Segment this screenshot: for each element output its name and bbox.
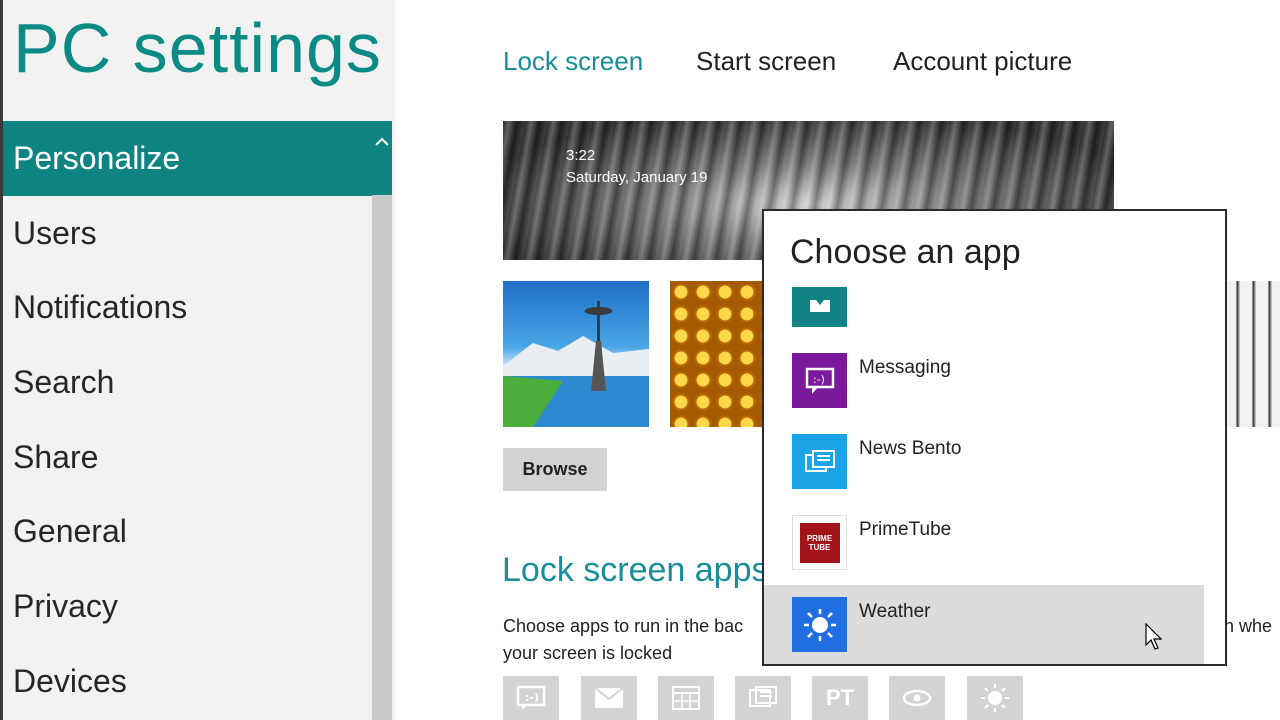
lock-app-slot-weather[interactable] (967, 676, 1023, 720)
left-pane: PC settings Personalize Users Notificati… (0, 0, 395, 720)
background-thumbnail-space-needle[interactable] (503, 281, 649, 427)
mouse-cursor-icon (1145, 623, 1163, 650)
svg-text::-): :-) (525, 691, 539, 704)
app-name-primetube: PrimeTube (859, 519, 952, 540)
choose-app-flyout: Choose an app :-) Messaging News Bento P… (762, 209, 1227, 666)
scroll-up-button[interactable] (372, 121, 392, 195)
nav-item-users[interactable]: Users (3, 196, 375, 271)
weather-icon (792, 597, 847, 652)
lock-app-slot-messaging[interactable]: :-) (503, 676, 559, 720)
news-icon (749, 686, 777, 707)
weather-icon (981, 684, 1009, 712)
background-thumbnail-piano[interactable] (1224, 281, 1280, 427)
nav-item-search[interactable]: Search (3, 345, 375, 420)
calendar-icon (672, 686, 700, 710)
nav-item-privacy[interactable]: Privacy (3, 569, 375, 644)
preview-date: Saturday, January 19 (566, 169, 708, 186)
app-name-messaging: Messaging (859, 357, 951, 378)
partial-app-icon (792, 287, 847, 327)
nav-item-general[interactable]: General (3, 494, 375, 569)
app-name-weather: Weather (859, 601, 931, 622)
lock-screen-apps-heading: Lock screen apps (502, 551, 769, 589)
app-option-news-bento[interactable]: News Bento (764, 422, 1204, 502)
svg-text::-): :-) (813, 373, 825, 386)
lock-app-slot-mail[interactable] (581, 676, 637, 720)
nav-item-notifications[interactable]: Notifications (3, 270, 375, 345)
lock-screen-apps-description: Choose apps to run in the bac (503, 616, 744, 636)
preview-time: 3:22 (566, 147, 596, 164)
browse-button[interactable]: Browse (503, 448, 607, 491)
flyout-title: Choose an app (790, 233, 1021, 271)
app-name-news-bento: News Bento (859, 438, 962, 459)
nav-list: Personalize Users Notifications Search S… (3, 121, 375, 719)
app-option-primetube[interactable]: PRIME TUBE PrimeTube (764, 503, 1204, 583)
messaging-icon: :-) (516, 685, 546, 710)
lock-app-slot-eye[interactable] (889, 676, 945, 720)
eye-icon (902, 689, 932, 707)
chevron-up-icon (375, 137, 389, 146)
tab-account-picture[interactable]: Account picture (893, 46, 1072, 77)
lock-screen-apps-description-tail: n whe (1224, 616, 1273, 636)
nav-item-devices[interactable]: Devices (3, 644, 375, 719)
app-option-messaging[interactable]: :-) Messaging (764, 341, 1204, 421)
nav-scrollbar[interactable] (372, 121, 392, 720)
nav-item-personalize[interactable]: Personalize (3, 121, 375, 196)
lock-app-slot-primetube[interactable]: PT (812, 676, 868, 720)
news-bento-icon (792, 434, 847, 489)
app-option-weather[interactable]: Weather (764, 585, 1204, 664)
primetube-icon: PRIME TUBE (792, 515, 847, 570)
lock-app-slot-calendar[interactable] (658, 676, 714, 720)
tab-lock-screen[interactable]: Lock screen (503, 46, 643, 77)
space-needle-image (503, 301, 649, 427)
page-title: PC settings (13, 9, 382, 87)
app-option-partial[interactable] (764, 287, 1204, 327)
lock-app-slot-news[interactable] (735, 676, 791, 720)
lock-screen-apps-description-line2: your screen is locked (503, 643, 673, 663)
messaging-icon: :-) (792, 353, 847, 408)
nav-item-share[interactable]: Share (3, 420, 375, 495)
mail-icon (594, 687, 624, 708)
tab-start-screen[interactable]: Start screen (696, 46, 836, 77)
